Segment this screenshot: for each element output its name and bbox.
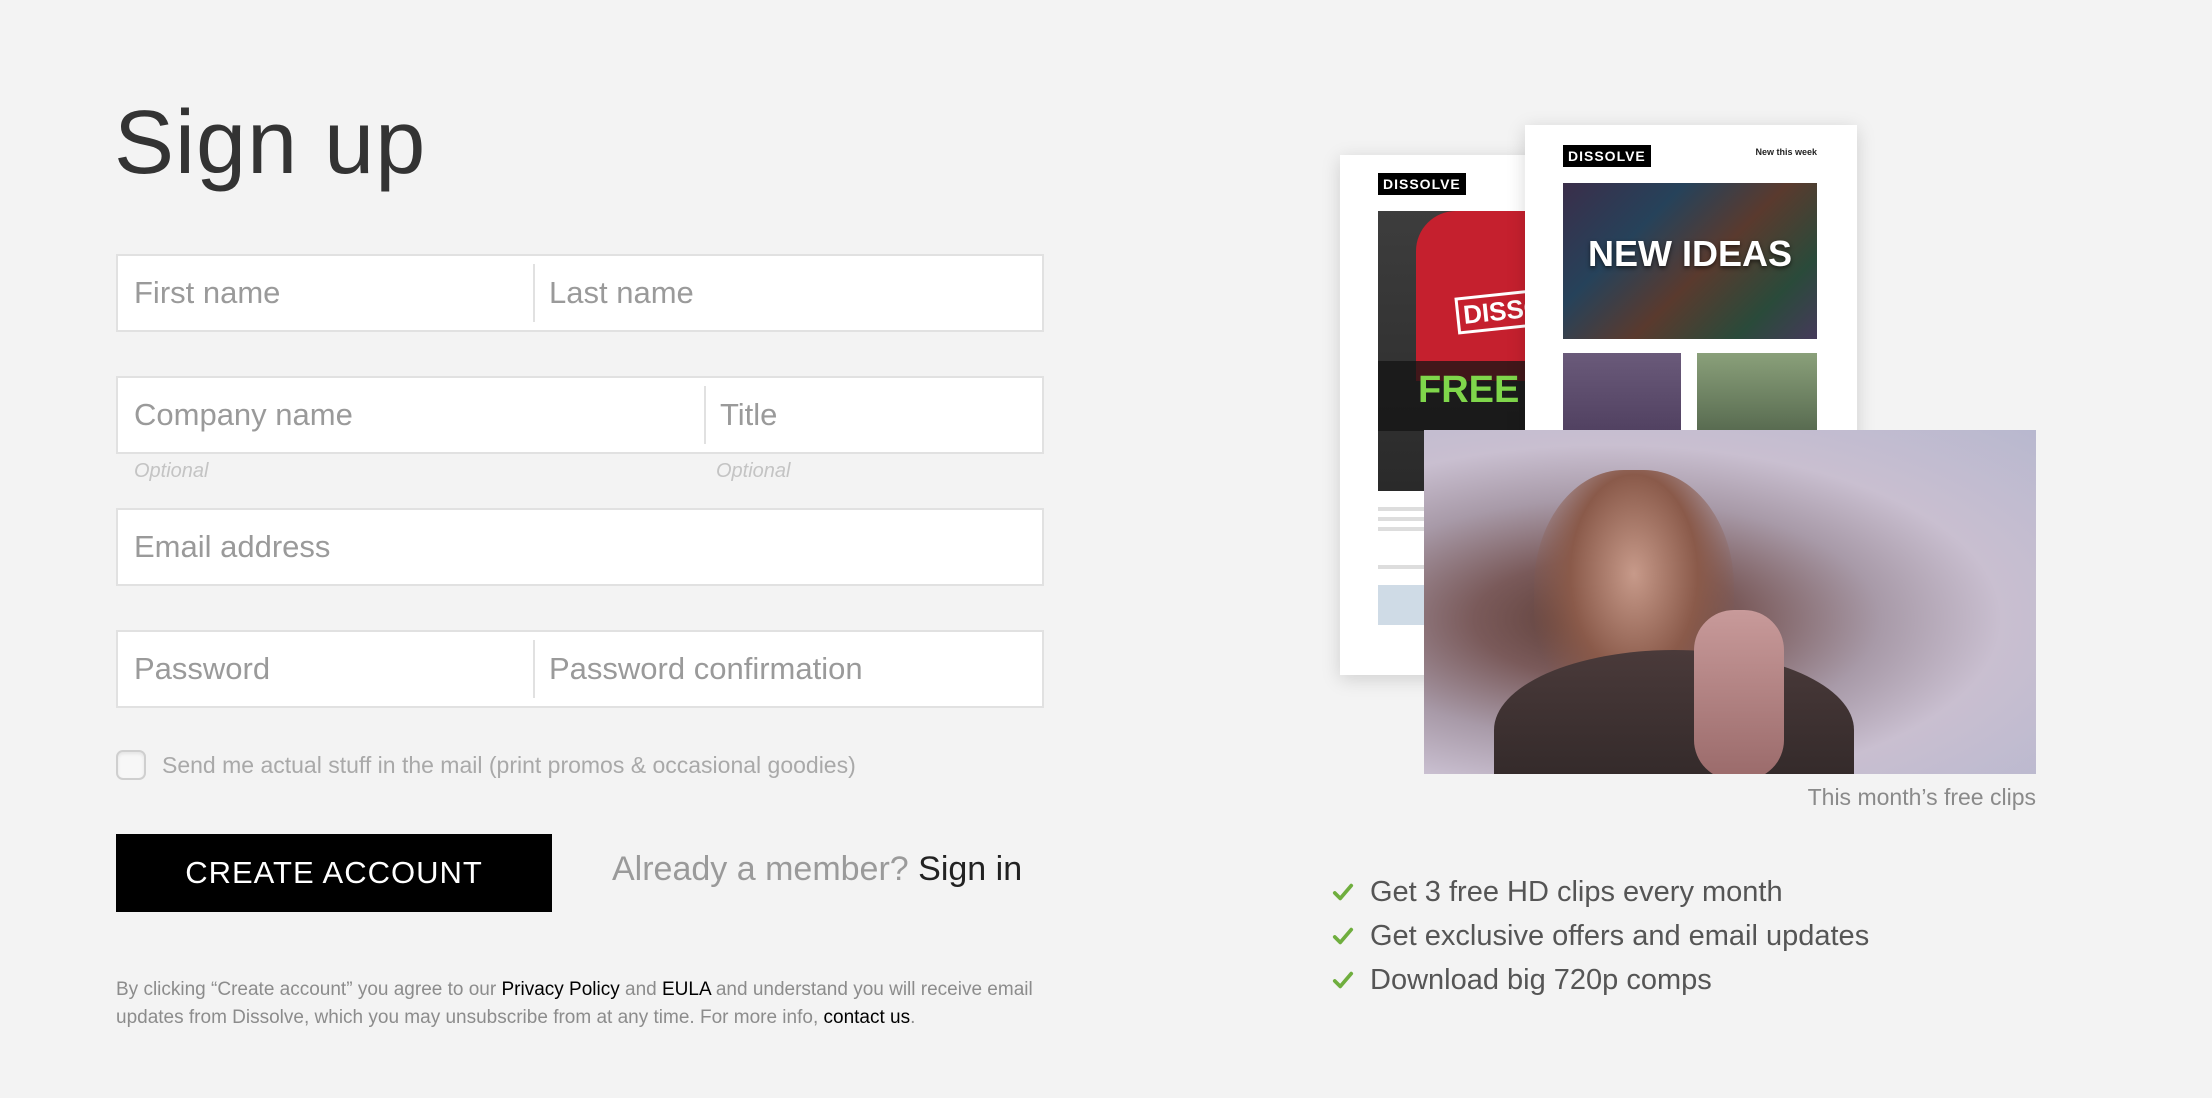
check-icon	[1332, 883, 1354, 901]
email-wrapper	[118, 510, 1042, 584]
password-confirm-wrapper	[533, 632, 1042, 706]
newsletter-logo-2: DISSOLVE	[1563, 145, 1651, 167]
password-row	[116, 630, 1044, 708]
last-name-wrapper	[533, 256, 1042, 330]
password-wrapper	[118, 632, 533, 706]
benefit-item: Get 3 free HD clips every month	[1332, 870, 1869, 914]
new-ideas-mosaic: NEW IDEAS	[1563, 183, 1817, 339]
password-input[interactable]	[118, 632, 533, 706]
company-wrapper	[118, 378, 704, 452]
free-clips-caption: This month’s free clips	[1807, 784, 2036, 810]
benefits-list: Get 3 free HD clips every month Get excl…	[1332, 870, 1869, 1002]
eula-link[interactable]: EULA	[662, 979, 711, 1000]
mail-opt-in-checkbox[interactable]	[116, 750, 146, 780]
company-input[interactable]	[118, 378, 704, 452]
email-input[interactable]	[118, 510, 1042, 584]
free-clip-video-still[interactable]	[1424, 430, 2036, 774]
newsletter-logo: DISSOLVE	[1378, 173, 1466, 195]
name-row	[116, 254, 1044, 332]
benefit-item: Download big 720p comps	[1332, 958, 1869, 1002]
privacy-policy-link[interactable]: Privacy Policy	[501, 979, 619, 1000]
member-prompt: Already a member? Sign in	[612, 850, 1022, 889]
mail-opt-in-label[interactable]: Send me actual stuff in the mail (print …	[162, 752, 856, 779]
mail-opt-in-row: Send me actual stuff in the mail (print …	[116, 750, 856, 780]
company-row	[116, 376, 1044, 454]
benefit-text: Get 3 free HD clips every month	[1370, 875, 1783, 908]
promo-graphic: DISSOLVE DISSOLV FREE T-S DISSOLVE New t…	[1330, 80, 2130, 820]
legal-notice: By clicking “Create account” you agree t…	[116, 976, 1046, 1032]
person-arm	[1694, 610, 1784, 774]
sign-in-link[interactable]: Sign in	[918, 850, 1022, 888]
company-optional-hint: Optional	[134, 460, 209, 482]
create-account-button[interactable]: CREATE ACCOUNT	[116, 834, 552, 912]
password-confirmation-input[interactable]	[533, 632, 1042, 706]
first-name-input[interactable]	[118, 256, 533, 330]
first-name-wrapper	[118, 256, 533, 330]
contact-us-link[interactable]: contact us	[824, 1007, 911, 1028]
benefit-text: Get exclusive offers and email updates	[1370, 919, 1870, 952]
new-ideas-text: NEW IDEAS	[1587, 233, 1792, 274]
benefit-item: Get exclusive offers and email updates	[1332, 914, 1869, 958]
title-wrapper	[704, 378, 1042, 452]
newsletter-header: New this week	[1755, 147, 1817, 157]
title-input[interactable]	[704, 378, 1042, 452]
last-name-input[interactable]	[533, 256, 1042, 330]
check-icon	[1332, 927, 1354, 945]
check-icon	[1332, 971, 1354, 989]
benefit-text: Download big 720p comps	[1370, 963, 1712, 996]
page-title: Sign up	[114, 93, 427, 193]
member-prompt-text: Already a member?	[612, 850, 909, 888]
legal-text-2: and	[619, 979, 662, 1000]
legal-text-4: .	[910, 1007, 916, 1028]
legal-text-1: By clicking “Create account” you agree t…	[116, 979, 502, 1000]
title-optional-hint: Optional	[716, 460, 791, 482]
email-row	[116, 508, 1044, 586]
